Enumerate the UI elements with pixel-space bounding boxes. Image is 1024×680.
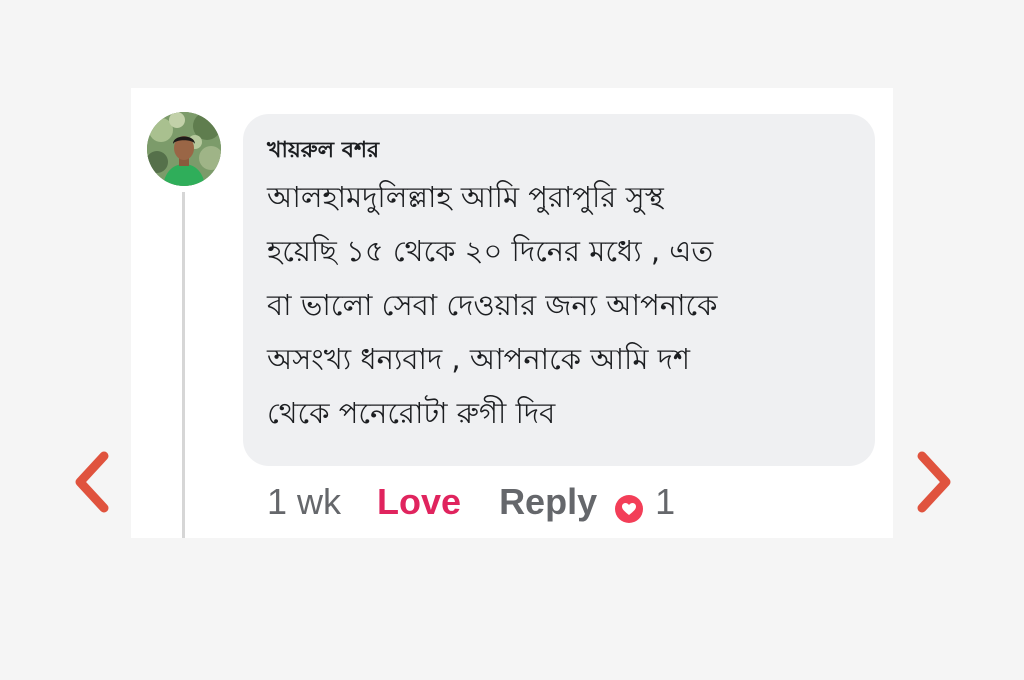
heart-icon: [622, 503, 637, 515]
love-button[interactable]: Love: [377, 481, 461, 523]
comment-bubble: খায়রুল বশর আলহামদুলিল্লাহ আমি পুরাপুরি …: [243, 114, 875, 466]
comment-card: খায়রুল বশর আলহামদুলিল্লাহ আমি পুরাপুরি …: [131, 88, 893, 538]
reaction-count: 1: [655, 481, 676, 522]
comment-actions: 1 wk Love Reply 1: [267, 480, 675, 524]
profile-photo: [147, 112, 221, 186]
comment-author[interactable]: খায়রুল বশর: [267, 136, 851, 166]
chevron-right-icon: [917, 451, 951, 513]
previous-arrow-button[interactable]: [70, 446, 114, 518]
comment-timestamp[interactable]: 1 wk: [267, 481, 341, 523]
heart-reaction-icon[interactable]: [615, 495, 644, 523]
reply-button[interactable]: Reply: [499, 481, 597, 523]
chevron-left-icon: [75, 451, 109, 513]
comment-text: আলহামদুলিল্লাহ আমি পুরাপুরি সুস্থ হয়েছি…: [267, 180, 718, 430]
thread-line: [182, 192, 185, 538]
next-arrow-button[interactable]: [912, 446, 956, 518]
avatar[interactable]: [147, 112, 221, 186]
